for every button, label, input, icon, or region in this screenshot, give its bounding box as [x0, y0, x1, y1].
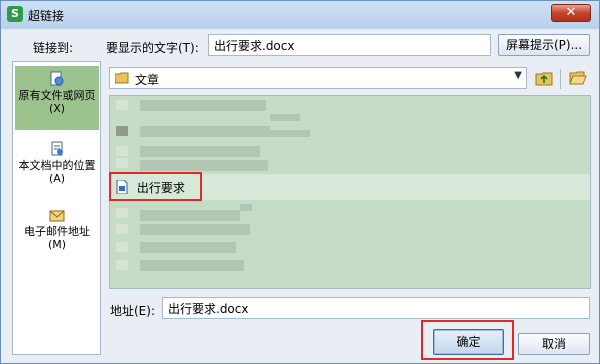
nav-label: 本文档中的位置(A) — [18, 159, 96, 185]
list-item[interactable] — [140, 242, 236, 253]
list-item[interactable] — [140, 126, 270, 137]
file-web-icon — [50, 71, 64, 86]
list-item-icon — [116, 242, 128, 252]
nav-existing-file-or-web[interactable]: 原有文件或网页(X) — [15, 66, 99, 130]
nav-label: 原有文件或网页(X) — [18, 89, 96, 115]
nav-place-in-document[interactable]: 本文档中的位置(A) — [15, 136, 99, 200]
title-bar: S 超链接 ✕ — [1, 1, 599, 28]
browse-folder-icon[interactable] — [569, 69, 587, 87]
list-item-icon — [116, 224, 128, 234]
list-item-icon — [116, 100, 128, 110]
list-item[interactable] — [140, 160, 268, 171]
email-icon — [49, 210, 65, 222]
list-item-icon — [116, 260, 128, 270]
selected-file-highlight — [109, 172, 202, 201]
hyperlink-dialog: S 超链接 ✕ 链接到: 要显示的文字(T): 屏幕提示(P)... 原有文件或… — [0, 0, 600, 364]
display-text-label: 要显示的文字(T): — [106, 41, 199, 55]
look-in-dropdown[interactable]: 文章 ▼ — [109, 67, 527, 89]
list-item-icon — [116, 126, 128, 136]
screentip-button[interactable]: 屏幕提示(P)... — [498, 34, 590, 56]
list-item[interactable] — [140, 260, 244, 271]
folder-icon — [115, 72, 129, 84]
list-item[interactable] — [140, 146, 260, 157]
toolbar-separator — [560, 69, 561, 89]
list-item — [270, 130, 310, 137]
ok-button[interactable]: 确定 — [433, 329, 504, 355]
cancel-button[interactable]: 取消 — [518, 333, 590, 355]
list-item[interactable] — [140, 100, 266, 111]
list-item-icon — [116, 146, 128, 156]
window-title: 超链接 — [28, 9, 65, 23]
list-item-icon — [116, 158, 128, 168]
link-type-nav: 原有文件或网页(X) 本文档中的位置(A) 电子邮件地址(M) — [12, 61, 101, 355]
app-icon: S — [7, 6, 23, 22]
up-folder-icon[interactable] — [535, 69, 553, 87]
list-item — [240, 204, 252, 211]
list-item — [270, 114, 300, 121]
link-to-label: 链接到: — [33, 41, 74, 55]
nav-email-address[interactable]: 电子邮件地址(M) — [15, 202, 99, 266]
document-place-icon — [51, 141, 63, 156]
list-item-icon — [116, 208, 128, 218]
display-text-input[interactable] — [208, 34, 491, 56]
chevron-down-icon[interactable]: ▼ — [514, 70, 522, 81]
address-label: 地址(E): — [110, 304, 155, 318]
list-item[interactable] — [140, 224, 250, 235]
nav-label: 电子邮件地址(M) — [24, 225, 90, 251]
list-item[interactable] — [140, 210, 240, 221]
close-button[interactable]: ✕ — [551, 4, 591, 22]
folder-name: 文章 — [135, 73, 160, 87]
address-input[interactable] — [162, 297, 590, 319]
